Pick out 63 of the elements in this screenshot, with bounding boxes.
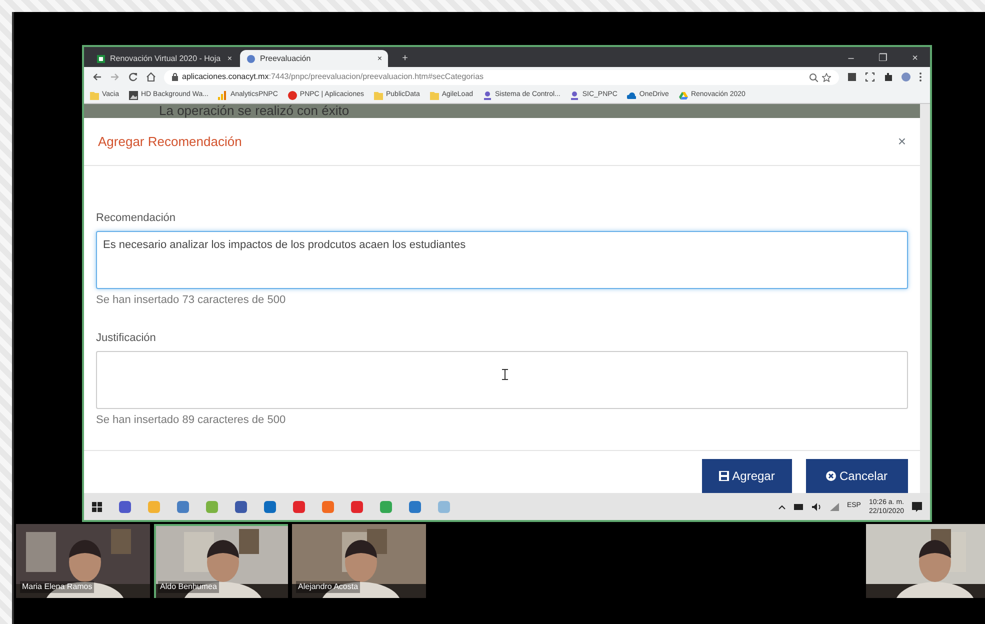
home-icon[interactable] (146, 72, 156, 82)
lock-icon (172, 73, 178, 81)
globe-icon (246, 54, 256, 64)
field-label: Justificación (96, 331, 157, 346)
zoom-icon[interactable] (809, 72, 818, 82)
image-icon (129, 90, 138, 100)
network-icon[interactable] (830, 502, 839, 510)
person-icon (570, 90, 580, 100)
battery-icon[interactable] (794, 504, 804, 510)
app-icon[interactable] (177, 500, 189, 512)
window-control-button[interactable]: × (900, 50, 930, 67)
app-icon[interactable] (409, 500, 421, 512)
tab-close-icon[interactable]: × (377, 52, 382, 64)
cancel-icon (826, 470, 836, 480)
sheet-icon (96, 54, 106, 64)
windows-start-icon[interactable] (92, 502, 102, 512)
app-icon[interactable] (351, 500, 363, 512)
field-label: Recomendación (96, 211, 176, 226)
cancel-button[interactable]: Cancelar (806, 458, 908, 492)
window-control-button[interactable]: – (836, 50, 866, 67)
circle-icon (288, 90, 297, 100)
address-field[interactable]: aplicaciones.conacyt.mx:7443/pnpc/preevaluacion/preevaluacion.htm#secCategorias (164, 70, 839, 84)
modal-title: Agregar Recomendación (98, 134, 242, 150)
app-icon[interactable] (380, 500, 392, 512)
cloud-icon (627, 90, 636, 100)
app-icon[interactable] (293, 500, 305, 512)
screenshot-icon[interactable] (865, 72, 875, 82)
character-counter: Se han insertado 73 caracteres de 500 (96, 292, 287, 308)
app-icon[interactable] (264, 500, 276, 512)
participant-name: Aldo Benhumea (158, 581, 219, 593)
add-button[interactable]: Agregar (702, 458, 792, 492)
chevron-up-icon[interactable] (778, 504, 786, 510)
participant-name: Alejandro Acosta (296, 581, 360, 593)
back-icon[interactable] (92, 72, 102, 82)
folder-icon (374, 90, 383, 100)
success-message: La operación se realizó con éxito (159, 104, 350, 118)
more-icon[interactable] (919, 72, 922, 82)
tab-close-icon[interactable]: × (227, 52, 232, 64)
browser-tab[interactable]: Preevaluación × (240, 50, 388, 67)
star-icon[interactable] (822, 72, 831, 82)
extension-icon[interactable] (847, 72, 857, 82)
app-icon[interactable] (119, 500, 131, 512)
app-icon[interactable] (322, 500, 334, 512)
drive-icon (678, 90, 688, 100)
folder-icon (90, 90, 99, 100)
profile-icon[interactable] (901, 72, 911, 82)
volume-icon[interactable] (812, 502, 822, 510)
save-icon (719, 470, 730, 480)
folder-icon (430, 90, 439, 100)
participant-name: Maria Elena Ramos (20, 581, 94, 593)
scrollbar[interactable] (920, 104, 930, 493)
reload-icon[interactable] (128, 72, 138, 82)
text-area[interactable]: Es necesario analizar los impactos de los prodcutos acaen los estudiantes (96, 230, 908, 288)
notification-icon[interactable] (912, 502, 922, 512)
text-cursor-icon (502, 368, 508, 380)
new-tab-button[interactable]: + (390, 50, 420, 67)
app-icon[interactable] (235, 500, 247, 512)
character-counter: Se han insertado 89 caracteres de 500 (96, 412, 287, 428)
browser-tab[interactable]: Renovación Virtual 2020 - Hoja × (90, 50, 238, 67)
window-control-button[interactable]: ❐ (868, 50, 898, 67)
close-button[interactable]: × (898, 131, 906, 152)
person-icon (482, 90, 492, 100)
bar-chart-icon (218, 90, 228, 100)
